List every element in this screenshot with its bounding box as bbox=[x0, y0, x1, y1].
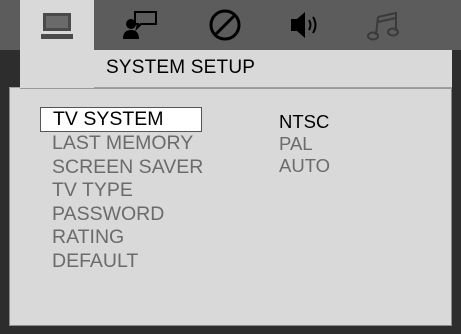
monitor-icon bbox=[40, 11, 74, 41]
active-tab-connector bbox=[20, 46, 94, 88]
tab-system[interactable] bbox=[20, 0, 94, 52]
option-auto[interactable]: AUTO bbox=[279, 155, 330, 177]
speaker-icon bbox=[288, 10, 322, 40]
tab-audio[interactable] bbox=[283, 0, 327, 50]
person-speech-icon bbox=[122, 9, 158, 41]
menu-item-last-memory[interactable]: LAST MEMORY bbox=[40, 132, 203, 156]
circle-slash-icon bbox=[208, 8, 242, 42]
menu-item-default[interactable]: DEFAULT bbox=[40, 250, 203, 274]
page-title: SYSTEM SETUP bbox=[106, 57, 256, 78]
menu-item-rating[interactable]: RATING bbox=[40, 226, 203, 250]
option-pal[interactable]: PAL bbox=[279, 133, 330, 155]
tab-language[interactable] bbox=[118, 0, 162, 50]
header-divider bbox=[20, 88, 452, 89]
tab-bar bbox=[0, 0, 461, 52]
music-note-icon bbox=[366, 9, 402, 41]
menu-item-tv-system[interactable]: TV SYSTEM bbox=[40, 107, 202, 132]
menu-item-screen-saver[interactable]: SCREEN SAVER bbox=[40, 156, 203, 180]
tv-system-options: NTSC PAL AUTO bbox=[279, 111, 330, 177]
tab-video[interactable] bbox=[203, 0, 247, 50]
option-ntsc[interactable]: NTSC bbox=[279, 111, 330, 133]
menu-item-tv-type[interactable]: TV TYPE bbox=[40, 179, 203, 203]
tab-music[interactable] bbox=[362, 0, 406, 50]
dvd-setup-screen: SYSTEM SETUP TV SYSTEM LAST MEMORY SCREE… bbox=[0, 0, 461, 334]
setup-menu: TV SYSTEM LAST MEMORY SCREEN SAVER TV TY… bbox=[40, 107, 203, 273]
menu-item-password[interactable]: PASSWORD bbox=[40, 203, 203, 227]
